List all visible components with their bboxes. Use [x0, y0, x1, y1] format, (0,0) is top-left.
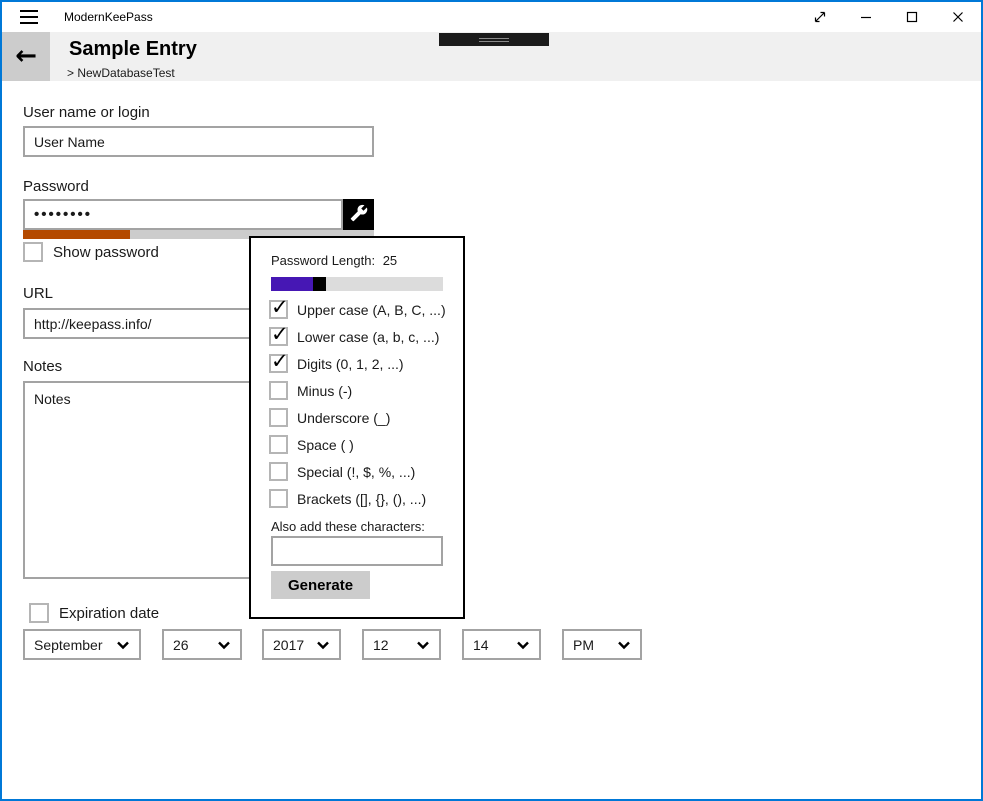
option-label: Special (!, $, %, ...): [297, 464, 415, 480]
check-icon: ✓: [271, 350, 289, 372]
checkbox-box[interactable]: [29, 603, 49, 623]
username-input[interactable]: [23, 126, 374, 157]
chevron-down-icon: [217, 639, 231, 651]
password-strength-fill: [23, 230, 130, 239]
minute-select[interactable]: 14: [462, 629, 541, 660]
year-select[interactable]: 2017: [262, 629, 341, 660]
day-select[interactable]: 26: [162, 629, 242, 660]
hour-select[interactable]: 12: [362, 629, 441, 660]
page-title: Sample Entry: [69, 38, 197, 61]
close-icon[interactable]: [935, 2, 981, 32]
password-input[interactable]: [23, 199, 343, 230]
username-label: User name or login: [23, 104, 150, 121]
option-label: Upper case (A, B, C, ...): [297, 302, 446, 318]
chevron-down-icon: [416, 639, 430, 651]
option-underscore[interactable]: Underscore (_): [269, 408, 390, 427]
breadcrumb: > NewDatabaseTest: [67, 66, 175, 80]
length-label-text: Password Length:: [271, 253, 375, 268]
option-label: Minus (-): [297, 383, 352, 399]
password-generator-popup: Password Length: 25 ✓ Upper case (A, B, …: [249, 236, 465, 619]
option-space[interactable]: Space ( ): [269, 435, 354, 454]
caption-buttons: [797, 2, 981, 32]
password-length-slider[interactable]: [271, 277, 443, 291]
app-window: ModernKeePass: [0, 0, 983, 801]
show-password-checkbox[interactable]: Show password: [23, 242, 159, 262]
generate-button[interactable]: Generate: [271, 571, 370, 599]
password-generator-button[interactable]: [343, 199, 374, 230]
also-add-label: Also add these characters:: [271, 519, 425, 534]
maximize-icon[interactable]: [889, 2, 935, 32]
notes-label: Notes: [23, 358, 62, 375]
option-label: Space ( ): [297, 437, 354, 453]
month-select[interactable]: September: [23, 629, 141, 660]
checkbox-box[interactable]: [23, 242, 43, 262]
wrench-icon: [350, 204, 368, 225]
day-value: 26: [173, 637, 189, 653]
option-label: Digits (0, 1, 2, ...): [297, 356, 404, 372]
checkbox-box[interactable]: [269, 435, 288, 454]
titlebar: ModernKeePass: [2, 2, 981, 32]
option-label: Lower case (a, b, c, ...): [297, 329, 439, 345]
checkbox-box[interactable]: ✓: [269, 327, 288, 346]
expiration-label: Expiration date: [59, 605, 159, 622]
month-value: September: [34, 637, 102, 653]
hour-value: 12: [373, 637, 389, 653]
expiration-checkbox[interactable]: Expiration date: [29, 603, 159, 623]
also-add-input[interactable]: [271, 536, 443, 566]
hamburger-menu-icon[interactable]: [12, 5, 46, 29]
check-icon: ✓: [271, 323, 289, 345]
checkbox-box[interactable]: [269, 489, 288, 508]
show-password-label: Show password: [53, 244, 159, 261]
option-minus[interactable]: Minus (-): [269, 381, 352, 400]
option-brackets[interactable]: Brackets ([], {}, (), ...): [269, 489, 426, 508]
slider-track: [326, 277, 443, 291]
option-digits[interactable]: ✓ Digits (0, 1, 2, ...): [269, 354, 404, 373]
option-upper-case[interactable]: ✓ Upper case (A, B, C, ...): [269, 300, 446, 319]
app-title: ModernKeePass: [64, 2, 153, 32]
back-button[interactable]: ←: [2, 32, 50, 81]
checkbox-box[interactable]: [269, 381, 288, 400]
chevron-down-icon: [316, 639, 330, 651]
checkbox-box[interactable]: [269, 462, 288, 481]
checkbox-box[interactable]: ✓: [269, 300, 288, 319]
chevron-down-icon: [116, 639, 130, 651]
slider-thumb[interactable]: [313, 277, 326, 291]
slider-fill: [271, 277, 313, 291]
chevron-down-icon: [617, 639, 631, 651]
checkbox-box[interactable]: ✓: [269, 354, 288, 373]
checkbox-box[interactable]: [269, 408, 288, 427]
check-icon: ✓: [271, 296, 289, 318]
url-label: URL: [23, 285, 53, 302]
option-special[interactable]: Special (!, $, %, ...): [269, 462, 415, 481]
year-value: 2017: [273, 637, 304, 653]
minute-value: 14: [473, 637, 489, 653]
ampm-value: PM: [573, 637, 594, 653]
diagonal-resize-icon[interactable]: [797, 2, 843, 32]
minimize-icon[interactable]: [843, 2, 889, 32]
option-label: Brackets ([], {}, (), ...): [297, 491, 426, 507]
option-lower-case[interactable]: ✓ Lower case (a, b, c, ...): [269, 327, 439, 346]
appbar-grabber[interactable]: [439, 33, 549, 46]
option-label: Underscore (_): [297, 410, 390, 426]
ampm-select[interactable]: PM: [562, 629, 642, 660]
length-value: 25: [383, 253, 397, 268]
chevron-down-icon: [516, 639, 530, 651]
password-label: Password: [23, 178, 89, 195]
password-length-label: Password Length: 25: [271, 253, 397, 268]
